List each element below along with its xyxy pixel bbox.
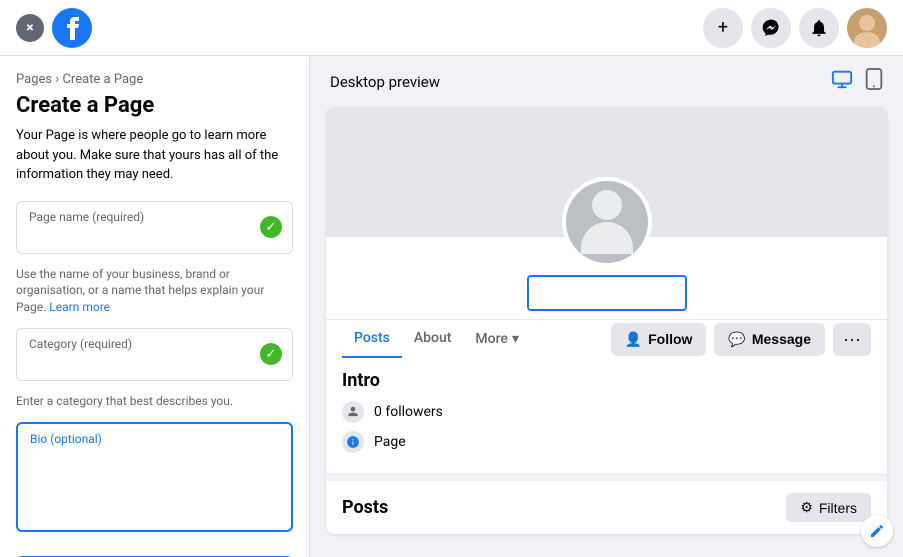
edit-icon[interactable] xyxy=(861,515,893,547)
page-name-hint: Use the name of your business, brand or … xyxy=(16,266,293,316)
preview-title: Desktop preview xyxy=(330,73,440,91)
name-box-area xyxy=(326,275,887,319)
silhouette-head xyxy=(592,190,622,220)
tab-more[interactable]: More ▾ xyxy=(463,321,531,357)
message-button[interactable]: 💬 Message xyxy=(714,323,825,356)
profile-circle xyxy=(562,177,652,267)
page-type-item: Page xyxy=(342,431,871,453)
page-name-input[interactable] xyxy=(29,228,252,244)
top-bar-right: + xyxy=(703,8,887,48)
filters-button[interactable]: ⚙ Filters xyxy=(786,493,871,522)
follow-icon: 👤 xyxy=(625,331,642,348)
mobile-view-icon[interactable] xyxy=(865,68,883,95)
learn-more-link[interactable]: Learn more xyxy=(49,300,110,314)
page-title: Create a Page xyxy=(16,93,293,118)
bio-group: Bio (optional) xyxy=(16,422,293,532)
bio-input-wrapper: Bio (optional) xyxy=(16,422,293,532)
category-label: Category (required) xyxy=(29,337,252,351)
profile-silhouette xyxy=(581,190,633,254)
notifications-icon xyxy=(809,18,829,38)
category-input-wrapper: Category (required) ✓ xyxy=(16,328,293,381)
intro-title: Intro xyxy=(342,370,871,391)
page-description: Your Page is where people go to learn mo… xyxy=(16,126,293,185)
posts-title: Posts xyxy=(342,497,388,518)
category-hint: Enter a category that best describes you… xyxy=(16,393,293,410)
notifications-button[interactable] xyxy=(799,8,839,48)
intro-section: Intro 0 followers xyxy=(326,358,887,473)
main-layout: Pages › Create a Page Create a Page Your… xyxy=(0,56,903,557)
facebook-logo xyxy=(52,8,92,48)
follow-button[interactable]: 👤 Follow xyxy=(611,323,707,356)
close-button[interactable]: × xyxy=(16,14,44,42)
left-panel: Pages › Create a Page Create a Page Your… xyxy=(0,56,310,557)
breadcrumb: Pages › Create a Page xyxy=(16,72,293,87)
page-info-icon xyxy=(342,431,364,453)
user-avatar[interactable] xyxy=(847,8,887,48)
more-actions-button[interactable]: ··· xyxy=(833,323,871,356)
tab-posts[interactable]: Posts xyxy=(342,320,402,358)
profile-picture-area xyxy=(562,177,652,267)
add-button[interactable]: + xyxy=(703,8,743,48)
posts-section: Posts ⚙ Filters xyxy=(326,473,887,534)
page-name-check-icon: ✓ xyxy=(260,216,282,238)
top-bar-left: × xyxy=(16,8,92,48)
page-name-input-wrapper: Page name (required) ✓ xyxy=(16,201,293,254)
messenger-button[interactable] xyxy=(751,8,791,48)
posts-header: Posts ⚙ Filters xyxy=(342,493,871,522)
page-nav: Posts About More ▾ 👤 Follow 💬 Message ··… xyxy=(326,319,887,358)
followers-item: 0 followers xyxy=(342,401,871,423)
chevron-down-icon: ▾ xyxy=(512,331,519,347)
bio-input[interactable] xyxy=(30,450,279,520)
preview-view-toggle xyxy=(831,68,883,95)
tab-about[interactable]: About xyxy=(402,320,464,358)
page-name-label: Page name (required) xyxy=(29,210,252,224)
right-panel: Desktop preview xyxy=(310,56,903,557)
preview-header: Desktop preview xyxy=(310,56,903,107)
followers-icon xyxy=(342,401,364,423)
desktop-view-icon[interactable] xyxy=(831,68,853,95)
cover-area xyxy=(326,107,887,237)
page-name-group: Page name (required) ✓ xyxy=(16,201,293,254)
top-bar: × + xyxy=(0,0,903,56)
category-group: Category (required) ✓ xyxy=(16,328,293,381)
page-preview-card: Posts About More ▾ 👤 Follow 💬 Message ··… xyxy=(326,107,887,534)
category-input[interactable] xyxy=(29,355,252,371)
message-icon: 💬 xyxy=(728,331,745,348)
messenger-icon xyxy=(761,18,781,38)
page-name-box xyxy=(527,275,687,311)
left-content: Pages › Create a Page Create a Page Your… xyxy=(0,56,309,557)
nav-actions: 👤 Follow 💬 Message ··· xyxy=(611,323,871,356)
silhouette-body xyxy=(581,222,633,254)
filters-icon: ⚙ xyxy=(800,499,813,516)
category-check-icon: ✓ xyxy=(260,343,282,365)
bio-label: Bio (optional) xyxy=(30,432,279,446)
